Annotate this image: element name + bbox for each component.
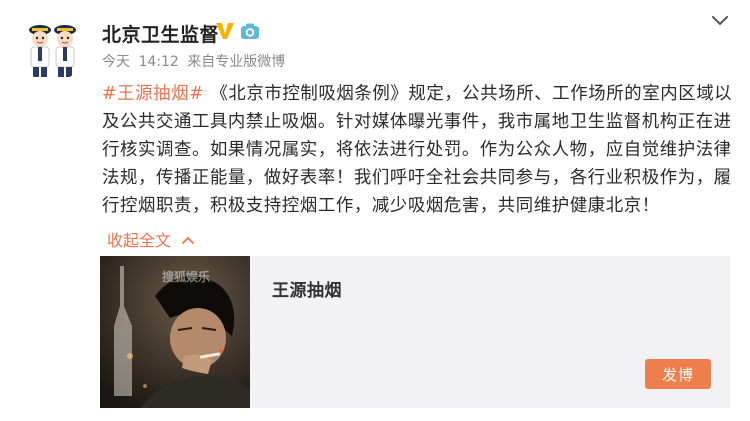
username[interactable]: 北京卫生监督 xyxy=(102,20,219,47)
topic-thumbnail[interactable]: 搜狐娱乐 xyxy=(100,256,250,408)
hashtag-link[interactable]: #王源抽烟# xyxy=(102,84,204,104)
post-date: 今天 xyxy=(102,54,130,70)
post-body: #王源抽烟# 《北京市控制吸烟条例》规定，公共场所、工作场所的室内区域以及公共交… xyxy=(102,80,734,220)
collapse-button[interactable]: 收起全文 xyxy=(107,227,195,251)
verified-v-icon xyxy=(216,23,234,39)
post-time: 14:12 xyxy=(138,54,179,70)
chevron-up-icon xyxy=(182,236,194,244)
topic-card[interactable]: 搜狐娱乐 王源抽烟 发博 xyxy=(100,256,730,408)
collapse-label: 收起全文 xyxy=(107,231,172,250)
post-source[interactable]: 专业版微博 xyxy=(215,54,285,70)
chevron-down-icon[interactable] xyxy=(710,14,730,28)
post-meta: 今天 14:12 来自专业版微博 xyxy=(102,51,289,71)
thumbnail-watermark: 搜狐娱乐 xyxy=(162,270,211,284)
post-button[interactable]: 发博 xyxy=(645,359,711,389)
topic-title[interactable]: 王源抽烟 xyxy=(272,276,342,301)
avatar[interactable] xyxy=(18,14,86,82)
camera-icon[interactable] xyxy=(240,22,260,40)
avatar-image xyxy=(18,14,86,82)
post-from-label: 来自 xyxy=(187,54,216,70)
